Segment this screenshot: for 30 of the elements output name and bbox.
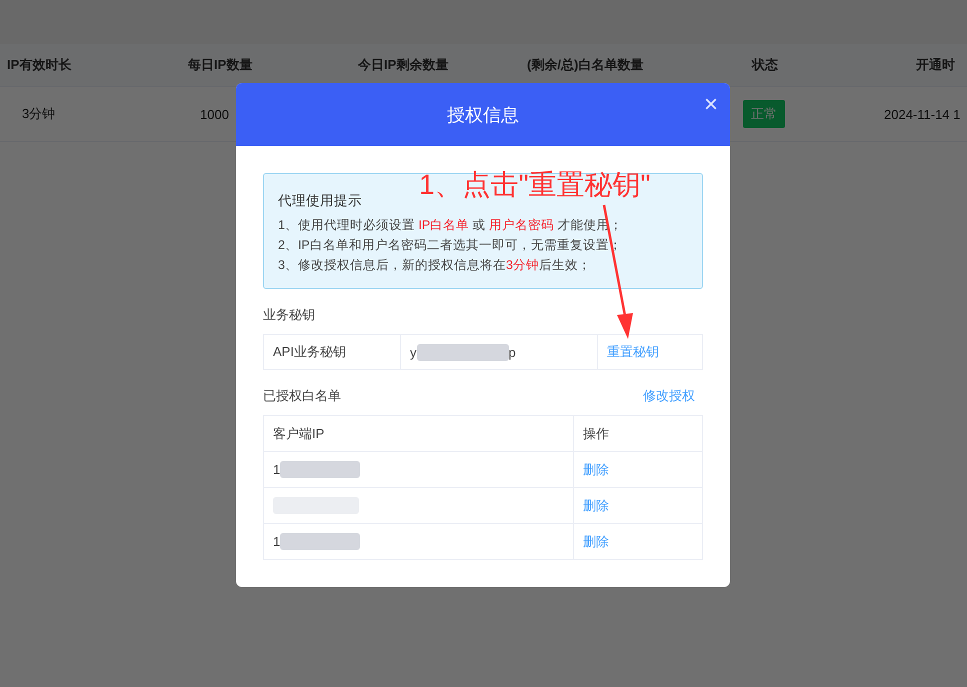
tip-line: 2、IP白名单和用户名密码二者选其一即可，无需重复设置； <box>278 237 622 254</box>
annotation-text: 1、点击"重置秘钥" <box>419 168 650 202</box>
table-cell-text: 1000 <box>199 106 230 122</box>
column-header: 操作 <box>583 424 609 442</box>
reset-key-link[interactable]: 重置秘钥 <box>607 343 659 361</box>
dialog-title: 授权信息 <box>447 104 519 126</box>
column-header: 客户端IP <box>273 424 324 442</box>
table-cell-text: 2024-11-14 1 <box>883 106 962 122</box>
table-cell-text: 3分钟 <box>21 105 56 123</box>
status-badge: 正常 <box>743 100 785 128</box>
key-value-end: p <box>508 344 516 360</box>
column-header: (剩余/总)白名单数量 <box>526 56 644 74</box>
column-header: 今日IP剩余数量 <box>356 56 450 74</box>
delete-link[interactable]: 删除 <box>583 496 609 514</box>
key-value-start: y <box>410 344 416 360</box>
key-name: API业务秘钥 <box>273 343 346 361</box>
column-header: 开通时 <box>915 56 956 74</box>
close-button[interactable]: × <box>700 93 722 117</box>
column-header: 状态 <box>750 56 779 74</box>
ip-start: 1 <box>273 462 280 477</box>
tip-line: 3、修改授权信息后，新的授权信息将在3分钟后生效； <box>278 257 591 274</box>
delete-link[interactable]: 删除 <box>583 460 609 478</box>
tip-title: 代理使用提示 <box>278 192 362 210</box>
section-label: 业务秘钥 <box>263 306 315 324</box>
edit-authorization-link[interactable]: 修改授权 <box>643 387 695 405</box>
delete-link[interactable]: 删除 <box>583 532 609 550</box>
ip-start: 1 <box>273 534 280 549</box>
section-label: 已授权白名单 <box>263 387 341 405</box>
column-header: 每日IP数量 <box>187 56 254 74</box>
column-header: IP有效时长 <box>6 56 72 74</box>
